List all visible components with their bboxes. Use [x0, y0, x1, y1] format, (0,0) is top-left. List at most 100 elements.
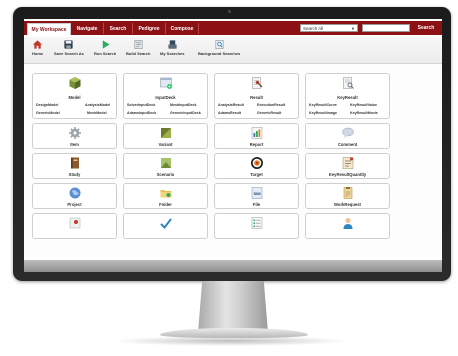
file-icon: SIM	[251, 187, 262, 199]
card-result[interactable]: Result AnalysisResult ExecutionResult Ad…	[214, 73, 299, 119]
user-icon	[343, 218, 352, 229]
search-scope-value: Search All	[303, 25, 324, 31]
card-item[interactable]: Item	[32, 123, 117, 149]
key-result-icon	[342, 77, 354, 89]
study-book-icon	[70, 157, 79, 169]
card-scenario[interactable]: Scenario	[123, 153, 208, 179]
link-solver-input-deck[interactable]: SolverInputDeck	[127, 103, 155, 107]
input-deck-icon	[159, 77, 172, 89]
link-generic-input-deck[interactable]: GenericInputDeck	[170, 111, 201, 115]
card-input-deck-title: InputDeck	[155, 95, 176, 100]
card-item-title: Item	[70, 142, 79, 147]
link-analysis-result[interactable]: AnalysisResult	[218, 103, 244, 107]
home-icon	[32, 40, 43, 49]
result-icon	[251, 77, 262, 89]
card-comment-title: Comment	[337, 142, 358, 147]
card-scenario-title: Scenario	[156, 172, 175, 177]
key-result-quantity-icon	[342, 157, 353, 169]
card-file[interactable]: SIM File	[214, 183, 299, 209]
work-request-icon	[343, 187, 352, 199]
background-searches-icon	[215, 40, 224, 49]
tab-pedigree[interactable]: Pedigree	[133, 23, 166, 34]
map-pin-icon	[69, 217, 80, 229]
search-button[interactable]: Search	[412, 23, 440, 33]
card-row5-4[interactable]	[305, 213, 390, 239]
report-chart-icon	[251, 127, 262, 139]
card-model[interactable]: Model DesignModel AnalysisModel GenericM…	[32, 73, 117, 119]
card-variant[interactable]: Variant	[123, 123, 208, 149]
link-generic-result[interactable]: GenericResult	[257, 111, 281, 115]
card-key-result[interactable]: KeyResult KeyResultCurve KeyResultValue …	[305, 73, 390, 119]
link-generic-model[interactable]: GenericModel	[36, 111, 60, 115]
tab-my-workspace[interactable]: My Workspace	[27, 23, 71, 35]
file-icon-text: SIM	[253, 191, 261, 196]
top-nav-bar: My Workspace Navigate Search Pedigree Co…	[24, 21, 442, 35]
build-search-button[interactable]: Build Search	[126, 39, 150, 56]
link-adams-result[interactable]: AdamsResult	[218, 111, 241, 115]
webcam	[228, 10, 231, 13]
card-report-title: Report	[249, 142, 264, 147]
background-searches-label: Background Searches	[198, 51, 241, 56]
card-model-title: Model	[68, 95, 81, 100]
monitor-chin	[24, 260, 442, 272]
card-report[interactable]: Report	[214, 123, 299, 149]
link-mesh-input-deck[interactable]: MeshInputDeck	[170, 103, 197, 107]
tab-search[interactable]: Search	[104, 23, 133, 34]
card-target-title: Target	[250, 172, 263, 177]
card-folder[interactable]: Folder	[123, 183, 208, 209]
card-comment[interactable]: Comment	[305, 123, 390, 149]
scenario-icon	[160, 158, 171, 168]
search-input[interactable]	[362, 24, 410, 32]
link-analysis-model[interactable]: AnalysisModel	[85, 103, 110, 107]
link-key-result-curve[interactable]: KeyResultCurve	[309, 103, 337, 107]
monitor-stand-neck	[198, 281, 268, 333]
monitor-stand-base	[160, 328, 308, 338]
card-row5-3[interactable]	[214, 213, 299, 239]
card-key-result-quantity[interactable]: KeyResultQuantity	[305, 153, 390, 179]
tab-compose[interactable]: Compose	[166, 23, 199, 34]
card-study[interactable]: Study	[32, 153, 117, 179]
card-target[interactable]: Target	[214, 153, 299, 179]
card-row5-2[interactable]	[123, 213, 208, 239]
model-cube-icon	[69, 77, 80, 89]
card-input-deck[interactable]: InputDeck SolverInputDeck MeshInputDeck …	[123, 73, 208, 119]
link-key-result-value[interactable]: KeyResultValue	[350, 103, 377, 107]
workspace-grid: Model DesignModel AnalysisModel GenericM…	[24, 65, 442, 260]
target-icon	[250, 157, 263, 169]
folder-icon	[160, 190, 171, 198]
checkmark-icon	[159, 218, 172, 230]
save-icon	[64, 40, 74, 49]
home-label: Home	[32, 51, 44, 56]
save-search-as-button[interactable]: Save Search As	[54, 39, 84, 56]
comment-bubble-icon	[341, 127, 354, 139]
project-globe-icon	[69, 187, 80, 199]
run-search-button[interactable]: Run Search	[94, 39, 116, 56]
link-key-result-movie[interactable]: KeyResultMovie	[350, 111, 378, 115]
build-search-icon	[134, 40, 143, 49]
card-folder-title: Folder	[159, 202, 172, 207]
card-row5-1[interactable]	[32, 213, 117, 239]
link-execution-result[interactable]: ExecutionResult	[257, 103, 285, 107]
checklist-icon	[251, 217, 262, 229]
card-work-request[interactable]: WorkRequest	[305, 183, 390, 209]
card-result-title: Result	[250, 95, 263, 100]
link-key-result-image[interactable]: KeyResultImage	[309, 111, 337, 115]
card-work-request-title: WorkRequest	[334, 202, 361, 207]
card-project[interactable]: Project	[32, 183, 117, 209]
background-searches-button[interactable]: Background Searches	[198, 39, 240, 56]
toolbar: Home Save Search As Run Search Build Sea…	[24, 37, 442, 64]
link-design-model[interactable]: DesignModel	[36, 103, 58, 107]
link-adams-input-deck[interactable]: AdamsInputDeck	[127, 111, 156, 115]
my-searches-icon	[168, 40, 177, 49]
card-key-result-quantity-title: KeyResultQuantity	[328, 172, 367, 177]
play-icon	[102, 40, 110, 49]
tab-navigate[interactable]: Navigate	[71, 23, 104, 34]
my-searches-button[interactable]: My Searches	[160, 39, 184, 56]
card-project-title: Project	[67, 202, 82, 207]
link-mesh-model[interactable]: MeshModel	[87, 111, 107, 115]
card-variant-title: Variant	[158, 142, 173, 147]
my-searches-label: My Searches	[160, 51, 185, 56]
home-button[interactable]: Home	[32, 39, 43, 56]
monitor-screen: My Workspace Navigate Search Pedigree Co…	[24, 19, 442, 260]
search-scope-select[interactable]: Search All ▼	[300, 24, 358, 32]
